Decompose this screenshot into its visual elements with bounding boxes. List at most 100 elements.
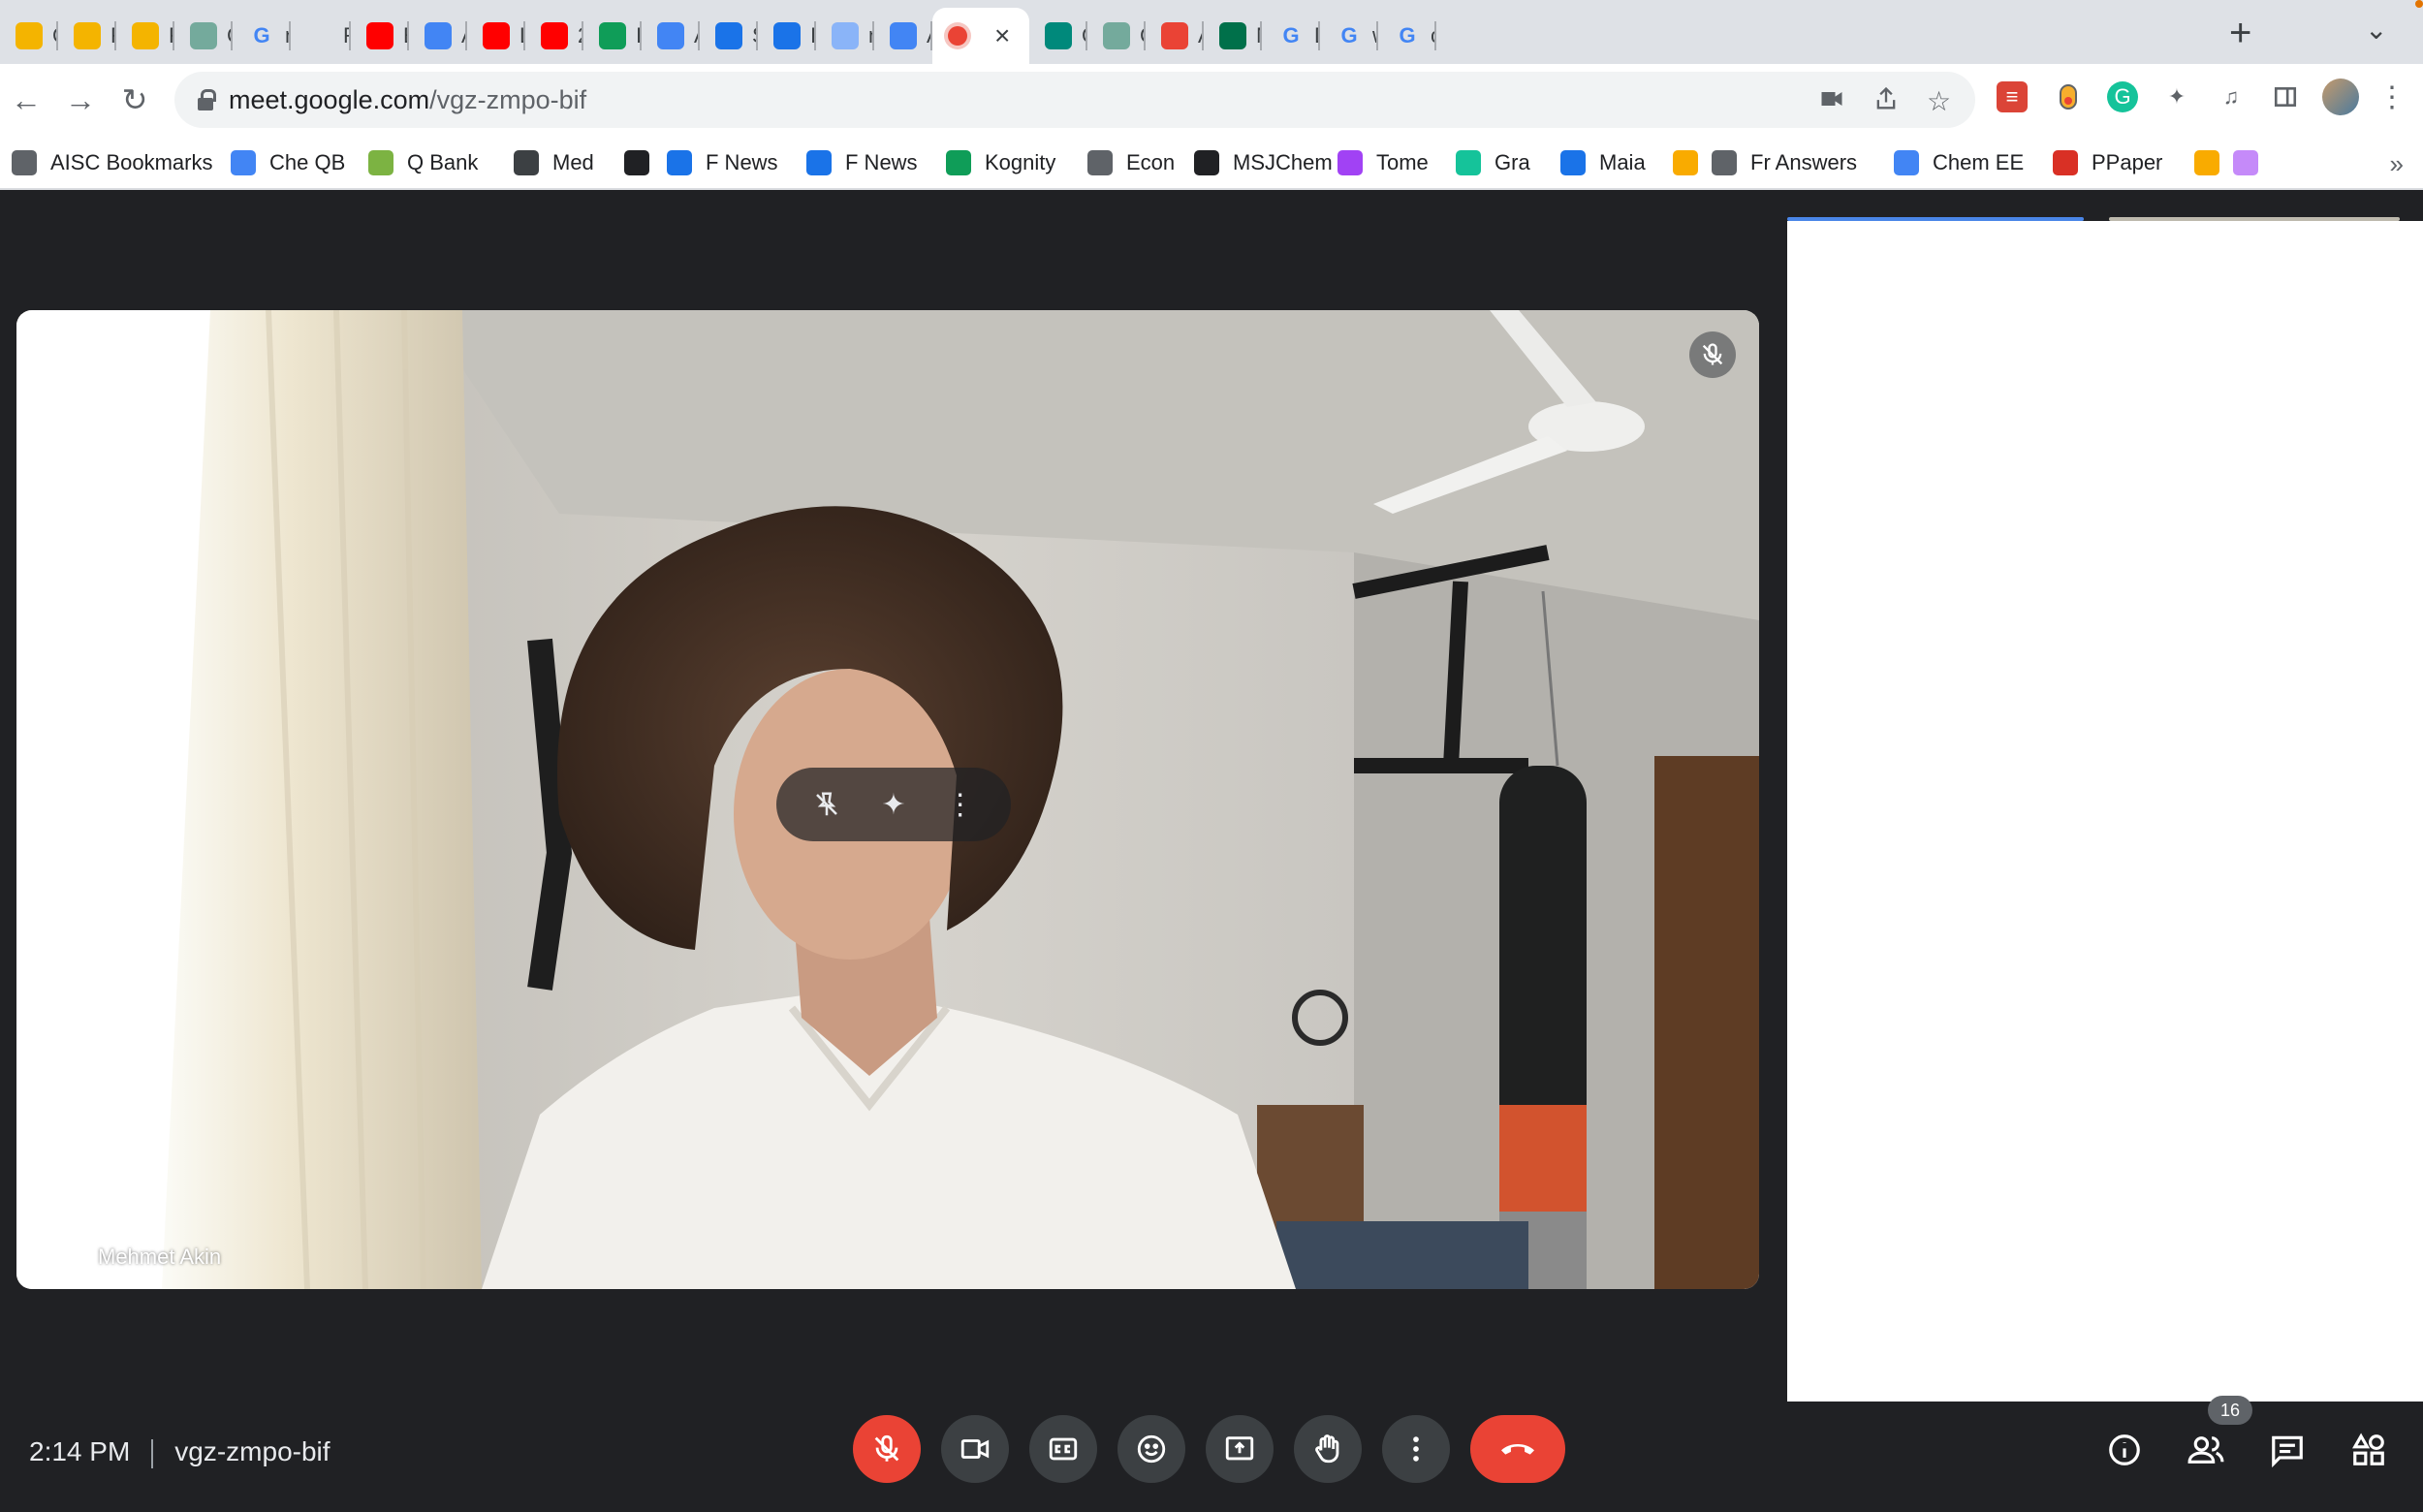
browser-tab[interactable]: ma	[816, 8, 874, 64]
mic-off-icon	[874, 1434, 899, 1462]
bookmark-item[interactable]	[2233, 145, 2272, 180]
browser-tab[interactable]: Ex	[351, 8, 409, 64]
browser-tab[interactable]: Ins	[758, 8, 816, 64]
w-icon	[1194, 150, 1219, 175]
browser-menu-icon[interactable]: ⋮	[2376, 81, 2407, 113]
forward-arrow-icon[interactable]: →	[60, 79, 101, 120]
bookmark-label: Chem EE	[1933, 150, 2025, 174]
leave-call-button[interactable]	[1470, 1415, 1565, 1483]
bookmark-item[interactable]: Gra	[1456, 145, 1530, 180]
camera-in-use-icon[interactable]	[1818, 85, 1845, 119]
browser-tab[interactable]: Fr	[291, 8, 351, 64]
browser-tab[interactable]: Go	[1029, 8, 1087, 64]
more-options-button[interactable]	[1382, 1415, 1450, 1483]
microphone-off-button[interactable]	[853, 1415, 921, 1483]
unpin-icon[interactable]	[803, 781, 850, 828]
bookmark-label: Fr Answers	[1750, 150, 1858, 174]
share-icon[interactable]	[1872, 85, 1900, 119]
media-control-icon[interactable]: ♫	[2216, 81, 2247, 112]
bookmark-item[interactable]	[2194, 145, 2233, 180]
participant-name: Mehmet Akin	[98, 1244, 222, 1269]
bookmark-label: Kognity	[985, 150, 1056, 174]
captions-button[interactable]	[1029, 1415, 1097, 1483]
browser-tab[interactable]: GDO	[1262, 8, 1320, 64]
back-arrow-icon[interactable]: ←	[6, 79, 47, 120]
extension-pill-icon[interactable]	[2053, 81, 2084, 112]
browser-tab[interactable]: IB	[583, 8, 642, 64]
bookmark-item[interactable]: F News	[806, 145, 918, 180]
todoist-extension-icon[interactable]: ≡	[1997, 81, 2028, 112]
bookmark-item[interactable]: Chem EE	[1894, 145, 2024, 180]
grammarly-extension-icon[interactable]: G	[2107, 81, 2138, 112]
browser-tab[interactable]: 20	[525, 8, 583, 64]
browser-tab[interactable]: An	[642, 8, 700, 64]
bookmark-item[interactable]: PPaper	[2053, 145, 2162, 180]
slides-icon	[74, 22, 101, 49]
meeting-control-bar: 2:14 PM vgz-zmpo-bif 16	[0, 1396, 2423, 1512]
more-options-icon[interactable]: ⋮	[937, 781, 984, 828]
participant-video-tile[interactable]: ✦ ⋮ Mehmet Akin	[16, 310, 1759, 1289]
people-icon	[2187, 1436, 2224, 1464]
browser-tab[interactable]: La	[467, 8, 525, 64]
pin-icon[interactable]	[36, 1237, 75, 1276]
tab-search-chevron-icon[interactable]: ⌄	[2365, 14, 2387, 46]
bookmark-item[interactable]: Fr Answers	[1712, 145, 1857, 180]
browser-tab[interactable]: Gma	[233, 8, 291, 64]
reactions-button[interactable]	[1117, 1415, 1185, 1483]
browser-tab[interactable]: Gca	[1378, 8, 1436, 64]
meeting-details-button[interactable]	[2099, 1425, 2150, 1475]
bookmark-page-icon	[231, 150, 256, 175]
browser-tab[interactable]: ×	[932, 8, 1029, 64]
side-panel-icon[interactable]	[2270, 81, 2301, 112]
url-text[interactable]: meet.google.com/vgz-zmpo-bif	[229, 85, 586, 115]
bookmark-item[interactable]: Econ	[1087, 145, 1175, 180]
browser-tab[interactable]: Fre	[58, 8, 116, 64]
browser-tab[interactable]: Ch	[1087, 8, 1146, 64]
bookmark-item[interactable]: Che QB	[231, 145, 345, 180]
present-screen-button[interactable]	[1206, 1415, 1274, 1483]
chatgpt-icon	[190, 22, 217, 49]
browser-tab[interactable]: Me	[1204, 8, 1262, 64]
tile-hover-controls: ✦ ⋮	[776, 768, 1011, 841]
bookmark-item[interactable]: Kognity	[946, 145, 1055, 180]
bookmark-item[interactable]: AISC Bookmarks	[12, 145, 213, 180]
bookmark-label: Tome	[1376, 150, 1429, 174]
bulb-icon	[1673, 150, 1698, 175]
lock-icon[interactable]	[198, 89, 216, 110]
bookmark-item[interactable]: Q Bank	[368, 145, 478, 180]
bookmark-item[interactable]	[1673, 145, 1712, 180]
starbucks-icon	[1219, 22, 1246, 49]
chat-button[interactable]	[2262, 1425, 2313, 1475]
browser-tab[interactable]: Stu	[700, 8, 758, 64]
visual-effects-sparkle-icon[interactable]: ✦	[870, 781, 917, 828]
bookmark-item[interactable]: Med	[514, 145, 594, 180]
bookmark-label: Econ	[1126, 150, 1176, 174]
activities-button[interactable]	[2344, 1425, 2394, 1475]
bookmark-label: MSJChem	[1233, 150, 1333, 174]
browser-tab[interactable]: An	[1146, 8, 1204, 64]
bookmark-item[interactable]: Tome	[1337, 145, 1429, 180]
browser-tab[interactable]: Gr	[0, 8, 58, 64]
browser-tab[interactable]: An	[874, 8, 932, 64]
profile-avatar[interactable]	[2322, 79, 2359, 115]
bookmarks-overflow-icon[interactable]: »	[2390, 149, 2404, 179]
b-icon	[2194, 150, 2219, 175]
browser-tab[interactable]: Fre	[116, 8, 174, 64]
browser-tab[interactable]: Ch	[174, 8, 233, 64]
browser-tab[interactable]: Gwh	[1320, 8, 1378, 64]
reload-icon[interactable]: ↻	[114, 79, 155, 120]
bookmark-star-icon[interactable]: ☆	[1927, 85, 1951, 117]
extensions-puzzle-icon[interactable]: ✦	[2161, 81, 2192, 112]
raise-hand-button[interactable]	[1294, 1415, 1362, 1483]
new-tab-button[interactable]: +	[2229, 14, 2251, 52]
participant-muted-icon	[1689, 331, 1736, 378]
bookmark-item[interactable]	[624, 145, 663, 180]
people-button[interactable]	[2181, 1425, 2231, 1475]
close-tab-icon[interactable]: ×	[994, 20, 1010, 51]
bookmark-item[interactable]: F News	[667, 145, 778, 180]
bookmark-item[interactable]: Maia	[1560, 145, 1646, 180]
browser-tab[interactable]: An	[409, 8, 467, 64]
bookmark-item[interactable]: MSJChem	[1194, 145, 1333, 180]
address-bar[interactable]: meet.google.com/vgz-zmpo-bif ☆	[174, 72, 1975, 128]
camera-button[interactable]	[941, 1415, 1009, 1483]
